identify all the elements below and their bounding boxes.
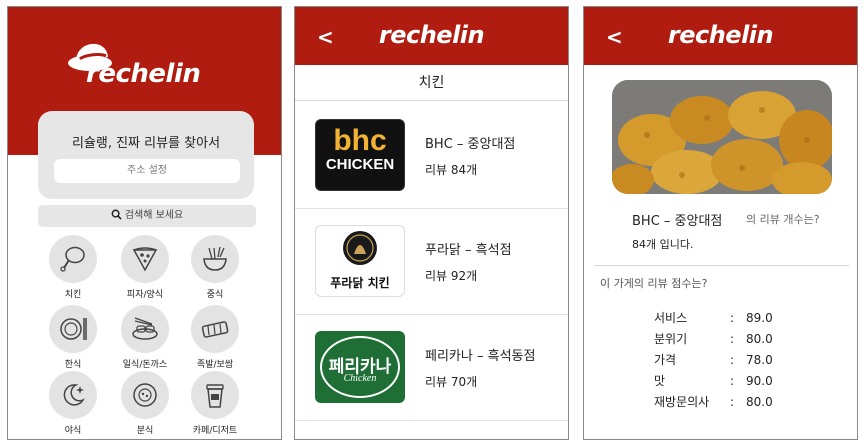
- bhc-logo: bhc CHICKEN: [315, 119, 405, 191]
- pizza-icon: [132, 247, 158, 272]
- bowl-icon: [133, 383, 157, 407]
- restaurant-name: BHC – 중앙대점: [425, 137, 516, 152]
- category-label: 중식: [206, 290, 224, 300]
- home-screen: rechelin 리슐랭, 진짜 리뷰를 찾아서 주소 설정 검색해 보세요 치…: [7, 6, 282, 440]
- category-pizza[interactable]: 피자/양식: [110, 235, 180, 300]
- coffee-cup-icon: [206, 384, 224, 408]
- review-count: 리뷰 92개: [425, 269, 478, 283]
- address-button[interactable]: 주소 설정: [54, 159, 240, 183]
- fried-chicken-image: [612, 80, 832, 194]
- score-heading: 이 가게의 리뷰 점수는?: [600, 277, 708, 290]
- score-row: 재방문의사:80.0: [654, 395, 773, 409]
- app-logo: rechelin: [667, 21, 774, 49]
- category-label: 분식: [136, 426, 154, 436]
- sushi-icon: [132, 317, 158, 340]
- category-korean[interactable]: 한식: [38, 305, 108, 370]
- app-logo: rechelin: [378, 21, 485, 49]
- review-count: 리뷰 70개: [425, 375, 478, 389]
- score-row: 서비스:89.0: [654, 311, 773, 325]
- puradak-logo: 푸라닭 치킨: [315, 225, 405, 297]
- category-label: 족발/보쌈: [196, 360, 234, 370]
- category-label: 야식: [64, 426, 82, 436]
- category-cafe[interactable]: 카페/디저트: [180, 371, 250, 436]
- jokbal-icon: [201, 321, 229, 338]
- puradak-emblem-icon: [343, 231, 377, 265]
- divider: [594, 265, 849, 266]
- search-bar[interactable]: 검색해 보세요: [38, 205, 256, 227]
- review-count-answer: 84개 입니다.: [632, 238, 694, 251]
- category-screen: < rechelin 치킨 bhc CHICKEN BHC – 중앙대점 리뷰 …: [294, 6, 569, 440]
- chicken-photo: [612, 80, 832, 194]
- category-snack[interactable]: 분식: [110, 371, 180, 436]
- store-name: BHC – 중앙대점: [632, 214, 723, 229]
- score-row: 맛:90.0: [654, 374, 773, 388]
- drumstick-icon: [60, 246, 85, 272]
- category-title: 치킨: [295, 65, 568, 101]
- review-count: 리뷰 84개: [425, 163, 478, 177]
- category-label: 피자/양식: [126, 290, 164, 300]
- review-question: 의 리뷰 개수는?: [746, 213, 820, 226]
- noodle-bowl-icon: [203, 246, 227, 271]
- category-label: 카페/디저트: [192, 426, 238, 436]
- korean-food-icon: [60, 318, 87, 340]
- category-label: 일식/돈까스: [122, 360, 168, 370]
- headline: 리슐랭, 진짜 리뷰를 찾아서: [71, 136, 221, 151]
- category-japanese[interactable]: 일식/돈까스: [110, 305, 180, 370]
- category-chicken[interactable]: 치킨: [38, 235, 108, 300]
- category-label: 한식: [64, 360, 82, 370]
- app-logo: rechelin: [86, 59, 201, 89]
- pericana-logo: 페리카나 Chicken: [315, 331, 405, 403]
- restaurant-item[interactable]: bhc CHICKEN BHC – 중앙대점 리뷰 84개: [295, 103, 568, 209]
- address-card: 리슐랭, 진짜 리뷰를 찾아서 주소 설정: [38, 111, 254, 199]
- header: < rechelin: [584, 7, 857, 65]
- search-icon: [111, 209, 122, 220]
- category-label: 치킨: [64, 290, 82, 300]
- category-late-night[interactable]: 야식: [38, 371, 108, 436]
- category-chinese[interactable]: 중식: [180, 235, 250, 300]
- restaurant-name: 페리카나 – 흑석동점: [425, 349, 536, 364]
- search-placeholder: 검색해 보세요: [124, 210, 184, 221]
- score-row: 가격:78.0: [654, 353, 773, 367]
- header: < rechelin: [295, 7, 568, 65]
- category-jokbal[interactable]: 족발/보쌈: [180, 305, 250, 370]
- score-row: 분위기:80.0: [654, 332, 773, 346]
- moon-icon: [63, 384, 85, 406]
- restaurant-name: 푸라닭 – 흑석점: [425, 243, 512, 258]
- restaurant-item[interactable]: 페리카나 Chicken 페리카나 – 흑석동점 리뷰 70개: [295, 315, 568, 421]
- restaurant-item[interactable]: 푸라닭 치킨 푸라닭 – 흑석점 리뷰 92개: [295, 209, 568, 315]
- detail-screen: < rechelin BHC – 중앙대점 의 리뷰 개수는? 84개 입니다.…: [583, 6, 858, 440]
